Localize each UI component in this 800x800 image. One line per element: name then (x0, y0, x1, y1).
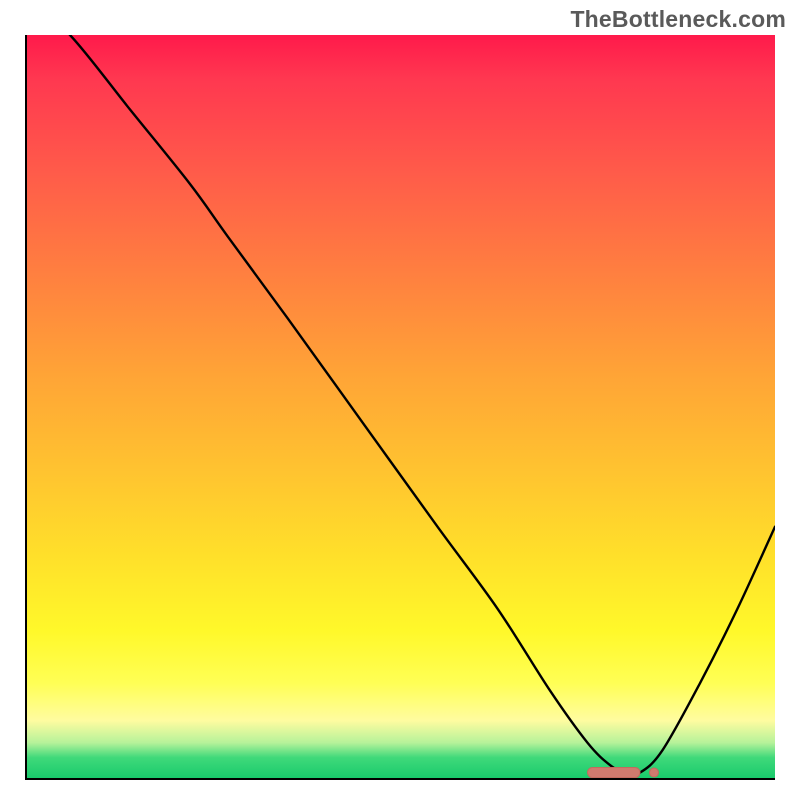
watermark-text: TheBottleneck.com (570, 6, 786, 33)
chart-axes (25, 35, 775, 780)
